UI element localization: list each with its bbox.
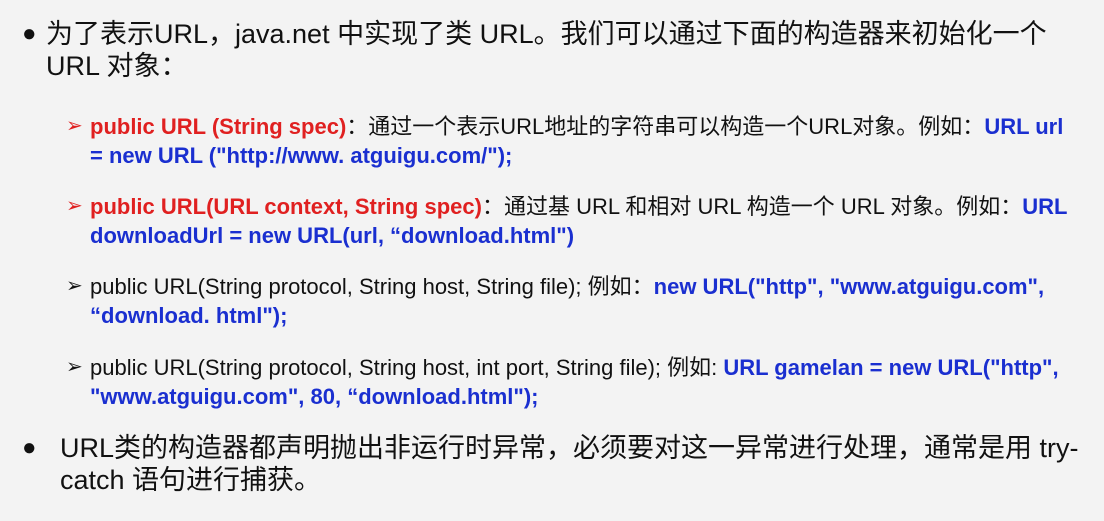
closing-text: URL类的构造器都声明抛出非运行时异常，必须要对这一异常进行处理，通常是用 tr… [60, 433, 1079, 495]
bullet-dot-icon: ● [22, 20, 37, 47]
arrow-bullet-icon: ➢ [66, 115, 83, 137]
arrow-bullet-icon: ➢ [66, 275, 83, 297]
constructor-signature: public URL(String protocol, String host,… [90, 274, 654, 299]
constructor-signature: public URL (String spec) [90, 114, 347, 139]
slide: ● 为了表示URL，java.net 中实现了类 URL。我们可以通过下面的构造… [0, 0, 1104, 521]
constructor-item: ➢ public URL (String spec)：通过一个表示URL地址的字… [66, 112, 1076, 170]
arrow-bullet-icon: ➢ [66, 356, 83, 378]
constructor-description: ：通过一个表示URL地址的字符串可以构造一个URL对象。例如： [346, 114, 985, 139]
bullet-dot-icon: ● [22, 434, 37, 461]
constructor-item: ➢ public URL(URL context, String spec)：通… [66, 192, 1076, 250]
constructor-signature: public URL(String protocol, String host,… [90, 355, 724, 380]
intro-text: 为了表示URL，java.net 中实现了类 URL。我们可以通过下面的构造器来… [46, 19, 1047, 81]
arrow-bullet-icon: ➢ [66, 195, 83, 217]
intro-bullet: ● 为了表示URL，java.net 中实现了类 URL。我们可以通过下面的构造… [22, 18, 1082, 82]
constructor-item: ➢ public URL(String protocol, String hos… [66, 272, 1076, 330]
constructor-description: ：通过基 URL 和相对 URL 构造一个 URL 对象。例如： [481, 194, 1023, 219]
closing-bullet: ● URL类的构造器都声明抛出非运行时异常，必须要对这一异常进行处理，通常是用 … [22, 432, 1082, 496]
constructor-item: ➢ public URL(String protocol, String hos… [66, 353, 1076, 411]
constructor-signature: public URL(URL context, String spec) [90, 194, 482, 219]
